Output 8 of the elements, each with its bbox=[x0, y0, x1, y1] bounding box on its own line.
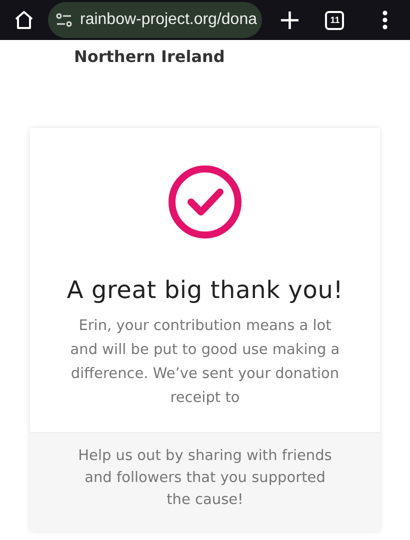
share-message: Help us out by sharing with friends and followers that you supported the cause! bbox=[77, 447, 333, 510]
thank-you-heading: A great big thank you! bbox=[66, 276, 344, 304]
new-tab-button[interactable]: + bbox=[278, 6, 302, 34]
url-text: rainbow-project.org/dona bbox=[80, 11, 257, 29]
thank-you-message: Erin, your contribution means a lot and will be put to good use making a difference. We’ve sent your donation receipt to bbox=[69, 317, 341, 408]
org-name: Northern Ireland bbox=[74, 46, 226, 68]
tab-count-button[interactable]: 11 bbox=[325, 10, 344, 30]
address-bar[interactable]: rainbow-project.org/dona bbox=[48, 2, 262, 38]
